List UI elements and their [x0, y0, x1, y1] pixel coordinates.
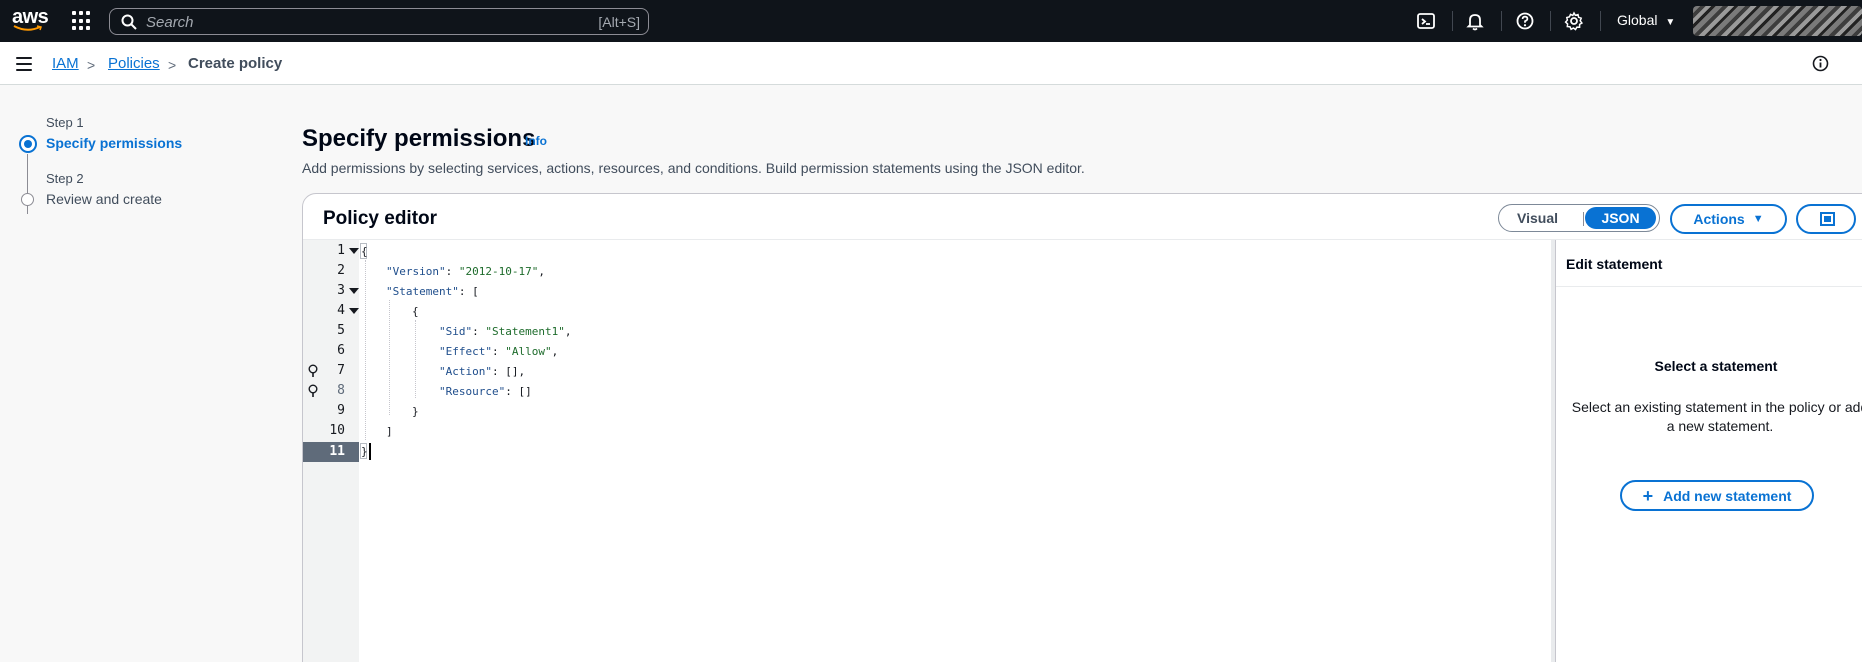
nav-divider [1501, 11, 1502, 31]
region-label: Global [1617, 12, 1658, 28]
code-line-2: "Version": "2012-10-17", [386, 265, 545, 278]
step-1-label: Step 1 [46, 115, 84, 130]
add-new-statement-label: Add new statement [1663, 487, 1792, 504]
fold-arrow-icon[interactable] [349, 288, 359, 294]
mode-divider [1583, 212, 1584, 226]
search-shortcut: [Alt+S] [598, 14, 640, 30]
line-number: 3 [337, 283, 345, 298]
indent-guide [415, 320, 416, 398]
step-1-title[interactable]: Specify permissions [46, 135, 182, 151]
fullscreen-button[interactable] [1796, 204, 1856, 234]
breadcrumb-current: Create policy [188, 55, 283, 72]
line-number: 5 [337, 323, 345, 338]
info-link[interactable]: Info [525, 134, 547, 148]
aws-logo-text: aws [12, 6, 49, 28]
step-2-label: Step 2 [46, 171, 84, 186]
code-line-10: ] [386, 425, 393, 438]
code-line-6: "Effect": "Allow", [439, 345, 559, 358]
code-line-11: } [361, 445, 368, 458]
line-number: 8 [337, 383, 345, 398]
policy-editor-container: Policy editor Visual JSON Actions ▼ 1 2 … [302, 193, 1862, 662]
code-line-5: "Sid": "Statement1", [439, 325, 572, 338]
step-2-indicator [21, 193, 34, 206]
code-line-4: { [412, 305, 419, 318]
json-code-editor[interactable]: { "Version": "2012-10-17", "Statement": … [359, 240, 1605, 662]
chevron-right-icon: > [87, 57, 96, 73]
indent-guide [365, 260, 366, 440]
policy-editor-title: Policy editor [323, 208, 438, 229]
code-line-1: { [361, 245, 368, 258]
line-number: 2 [337, 263, 345, 278]
chevron-right-icon: > [168, 57, 177, 73]
breadcrumb-policies[interactable]: Policies [108, 55, 160, 72]
page-content: Step 1 Specify permissions Step 2 Review… [0, 85, 1862, 662]
select-statement-description: Select an existing statement in the poli… [1571, 399, 1862, 434]
plus-icon: + [1642, 485, 1654, 506]
gear-icon[interactable] [1564, 11, 1584, 31]
actions-label: Actions [1693, 211, 1745, 227]
breadcrumb-bar: IAM > Policies > Create policy [0, 42, 1862, 85]
indent-guide [389, 300, 390, 415]
fold-arrow-icon[interactable] [349, 248, 359, 254]
fullscreen-icon [1820, 212, 1835, 226]
code-line-9: } [412, 405, 419, 418]
help-icon[interactable] [1515, 11, 1535, 31]
nav-divider [1600, 11, 1601, 31]
actions-dropdown-button[interactable]: Actions ▼ [1670, 204, 1787, 234]
aws-smile-icon [13, 25, 42, 31]
step-2-title: Review and create [46, 191, 162, 207]
add-new-statement-button[interactable]: + Add new statement [1620, 480, 1814, 511]
edit-statement-title: Edit statement [1566, 256, 1663, 272]
editor-gutter: 1 2 3 4 5 6 7 8 9 10 11 [303, 240, 359, 662]
mode-json-option[interactable]: JSON [1585, 207, 1656, 229]
cloudshell-icon[interactable] [1416, 11, 1436, 31]
caret-down-icon: ▼ [1665, 17, 1676, 28]
nav-divider [1452, 11, 1453, 31]
breadcrumb-iam[interactable]: IAM [52, 55, 79, 72]
nav-divider [1550, 11, 1551, 31]
aws-logo[interactable]: aws [12, 6, 49, 34]
line-number: 10 [329, 423, 345, 438]
line-number: 4 [337, 303, 345, 318]
menu-icon[interactable] [16, 57, 32, 71]
policy-editor-header: Policy editor Visual JSON Actions ▼ [303, 194, 1862, 240]
editor-mode-toggle: Visual JSON [1498, 204, 1660, 232]
top-navigation: aws Search [Alt+S] Global ▼ [0, 0, 1862, 42]
line-number: 7 [337, 363, 345, 378]
apps-grid-icon[interactable] [72, 11, 92, 31]
global-search-input[interactable]: Search [Alt+S] [109, 8, 649, 35]
code-line-3: "Statement": [ [386, 285, 479, 298]
page-title: Specify permissions [302, 125, 536, 152]
account-menu-redacted[interactable] [1693, 6, 1862, 36]
code-line-7: "Action": [], [439, 365, 526, 378]
search-placeholder: Search [146, 14, 194, 31]
active-line-number: 11 [303, 442, 359, 462]
text-cursor [369, 443, 371, 460]
mode-visual-option[interactable]: Visual [1517, 210, 1558, 226]
search-icon [121, 14, 137, 30]
step-1-indicator [19, 135, 37, 153]
caret-down-icon: ▼ [1752, 213, 1764, 225]
fold-arrow-icon[interactable] [349, 308, 359, 314]
code-line-8: "Resource": [] [439, 385, 532, 398]
page-description: Add permissions by selecting services, a… [302, 160, 1085, 176]
info-icon[interactable] [1812, 55, 1829, 72]
select-statement-title: Select a statement [1654, 358, 1778, 374]
line-number: 9 [337, 403, 345, 418]
region-selector[interactable]: Global ▼ [1617, 12, 1675, 28]
edit-statement-header: Edit statement [1556, 240, 1862, 287]
line-number: 1 [337, 243, 345, 258]
bell-icon[interactable] [1465, 11, 1485, 31]
edit-statement-panel: Edit statement Select a statement Select… [1555, 240, 1862, 662]
line-number: 6 [337, 343, 345, 358]
